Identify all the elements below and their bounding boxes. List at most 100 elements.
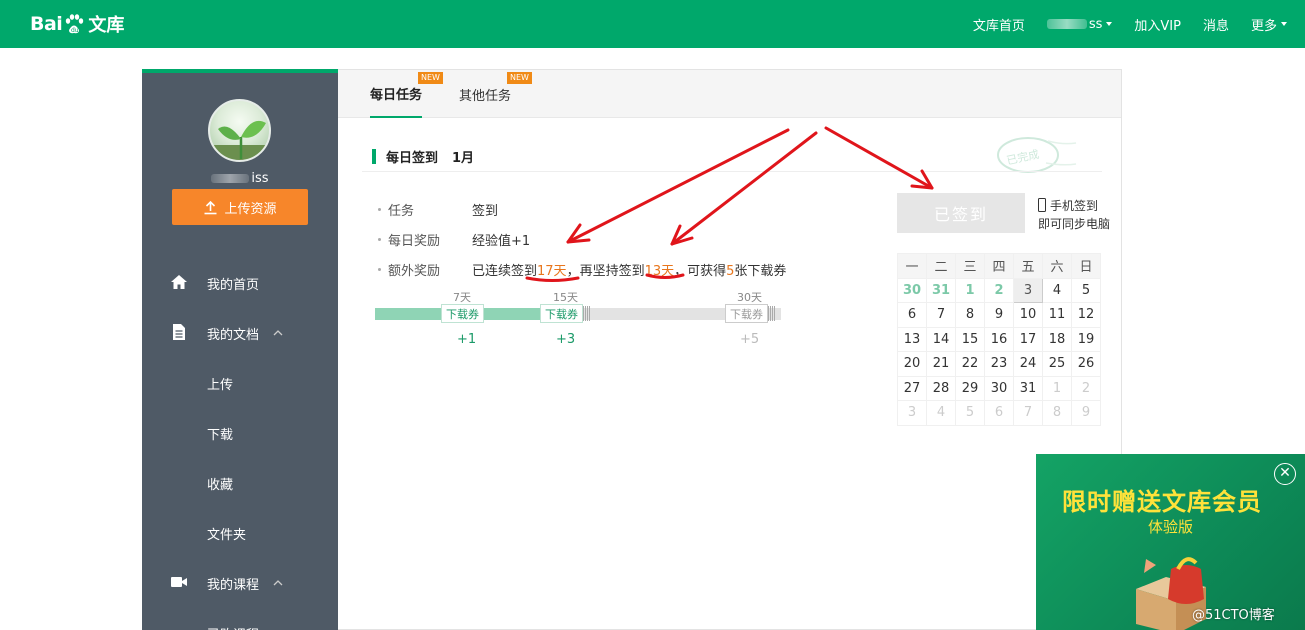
calendar-day[interactable]: 18 bbox=[1042, 326, 1072, 352]
tab-other-tasks[interactable]: 其他任务 bbox=[459, 70, 511, 118]
baidu-wenku-logo[interactable]: Bai du 文库 bbox=[30, 9, 124, 39]
calendar-day[interactable]: 13 bbox=[897, 326, 927, 352]
calendar-day[interactable]: 21 bbox=[926, 351, 956, 377]
calendar-day[interactable]: 31 bbox=[1013, 375, 1043, 401]
calendar-day[interactable]: 4 bbox=[926, 400, 956, 426]
sidebar: iss 上传资源 我的首页 我的文档 上传 下载 收藏 文件夹 我的课程 已购课… bbox=[142, 69, 338, 630]
milestone-ticket: 下载券 bbox=[441, 304, 484, 323]
close-icon[interactable]: ✕ bbox=[1274, 463, 1296, 485]
calendar-day[interactable]: 16 bbox=[984, 326, 1014, 352]
calendar-day[interactable]: 24 bbox=[1013, 351, 1043, 377]
calendar-day[interactable]: 9 bbox=[984, 302, 1014, 328]
sidebar-item-home[interactable]: 我的首页 bbox=[142, 258, 338, 308]
signin-info: 任务 签到 每日奖励 经验值+1 额外奖励 已连续签到17天，再坚持签到13天，… bbox=[378, 194, 786, 284]
text-part: ，可获得 bbox=[674, 263, 727, 279]
sidebar-item-favorites[interactable]: 收藏 bbox=[142, 458, 338, 508]
calendar-day[interactable]: 7 bbox=[926, 302, 956, 328]
calendar-day[interactable]: 6 bbox=[984, 400, 1014, 426]
calendar-day[interactable]: 23 bbox=[984, 351, 1014, 377]
consecutive-days: 17天 bbox=[537, 263, 567, 279]
calendar-day[interactable]: 1 bbox=[1042, 375, 1072, 401]
ticket-label: 下载券 bbox=[545, 307, 578, 321]
nav-user-menu[interactable]: ss bbox=[1046, 16, 1113, 32]
calendar-day[interactable]: 12 bbox=[1071, 302, 1101, 328]
calendar-day[interactable]: 4 bbox=[1042, 277, 1072, 303]
calendar-week-row: 27 28 29 30 31 1 2 bbox=[897, 375, 1101, 401]
sidebar-item-folder[interactable]: 文件夹 bbox=[142, 508, 338, 558]
nav-more[interactable]: 更多 bbox=[1251, 15, 1287, 34]
calendar-day[interactable]: 30 bbox=[984, 375, 1014, 401]
calendar-day[interactable]: 10 bbox=[1013, 302, 1043, 328]
upload-resource-button[interactable]: 上传资源 bbox=[172, 189, 308, 225]
calendar-day[interactable]: 20 bbox=[897, 351, 927, 377]
info-key: 每日奖励 bbox=[388, 233, 441, 249]
calendar-day[interactable]: 26 bbox=[1071, 351, 1101, 377]
avatar[interactable] bbox=[208, 99, 271, 162]
calendar-day[interactable]: 6 bbox=[897, 302, 927, 328]
sidebar-item-purchased-courses[interactable]: 已购课程 bbox=[142, 608, 338, 630]
sidebar-item-my-courses[interactable]: 我的课程 bbox=[142, 558, 338, 608]
calendar-day[interactable]: 30 bbox=[897, 277, 927, 303]
calendar-day[interactable]: 29 bbox=[955, 375, 985, 401]
ad-title: 限时赠送文库会员 bbox=[1062, 488, 1262, 516]
calendar-day[interactable]: 2 bbox=[1071, 375, 1101, 401]
text-part: 已连续签到 bbox=[472, 263, 538, 279]
calendar-day[interactable]: 3 bbox=[897, 400, 927, 426]
calendar-day[interactable]: 8 bbox=[1042, 400, 1072, 426]
tab-daily-tasks[interactable]: 每日任务 bbox=[370, 70, 423, 118]
weekday-header: 日 bbox=[1071, 253, 1101, 279]
signin-title: 每日签到 bbox=[386, 151, 439, 166]
weekday-header: 三 bbox=[955, 253, 985, 279]
calendar-day[interactable]: 3 bbox=[1013, 277, 1043, 303]
calendar-day[interactable]: 8 bbox=[955, 302, 985, 328]
calendar-day[interactable]: 1 bbox=[955, 277, 985, 303]
info-row-extra-reward: 额外奖励 已连续签到17天，再坚持签到13天，可获得5张下载券 bbox=[378, 254, 786, 284]
signin-section-title: 每日签到 1月 bbox=[372, 147, 474, 166]
bullet bbox=[378, 237, 381, 241]
logo-text: Bai bbox=[30, 13, 63, 35]
watermark: @51CTO博客 bbox=[1192, 608, 1275, 623]
milestone-reward: +1 bbox=[457, 332, 477, 347]
nav-username: ss bbox=[1088, 16, 1103, 32]
info-value: 签到 bbox=[472, 203, 499, 219]
calendar-day[interactable]: 27 bbox=[897, 375, 927, 401]
new-badge: NEW bbox=[507, 72, 532, 84]
calendar-week-row: 3456789 bbox=[897, 400, 1101, 426]
sidebar-item-my-docs[interactable]: 我的文档 bbox=[142, 308, 338, 358]
bullet bbox=[378, 207, 381, 211]
home-icon bbox=[171, 275, 187, 289]
sidebar-item-download[interactable]: 下载 bbox=[142, 408, 338, 458]
calendar-week-row: 20 21 22 23 24 25 26 bbox=[897, 351, 1101, 377]
calendar-day[interactable]: 22 bbox=[955, 351, 985, 377]
nav-messages[interactable]: 消息 bbox=[1203, 15, 1229, 34]
calendar-day[interactable]: 5 bbox=[1071, 277, 1101, 303]
info-value: 经验值+1 bbox=[472, 233, 531, 249]
calendar-day[interactable]: 11 bbox=[1042, 302, 1072, 328]
weekday-header: 四 bbox=[984, 253, 1014, 279]
signed-in-button[interactable]: 已签到 bbox=[897, 193, 1025, 233]
calendar-day[interactable]: 5 bbox=[955, 400, 985, 426]
calendar-day[interactable]: 31 bbox=[926, 277, 956, 303]
calendar-day[interactable]: 7 bbox=[1013, 400, 1043, 426]
video-icon bbox=[171, 577, 187, 587]
caret-down-icon bbox=[1106, 22, 1113, 26]
nav-join-vip[interactable]: 加入VIP bbox=[1134, 15, 1181, 34]
nav-more-label: 更多 bbox=[1250, 18, 1277, 34]
calendar-day[interactable]: 9 bbox=[1071, 400, 1101, 426]
task-tabs: 每日任务 NEW 其他任务 NEW bbox=[338, 70, 1121, 118]
calendar-day[interactable]: 19 bbox=[1071, 326, 1101, 352]
nav-wenku-home[interactable]: 文库首页 bbox=[973, 15, 1025, 34]
calendar-day[interactable]: 15 bbox=[955, 326, 985, 352]
sidebar-item-upload[interactable]: 上传 bbox=[142, 358, 338, 408]
calendar-day[interactable]: 28 bbox=[926, 375, 956, 401]
calendar-day[interactable]: 14 bbox=[926, 326, 956, 352]
info-row-task: 任务 签到 bbox=[378, 194, 786, 224]
signin-calendar: 一二三四五六日 30 31 1 2 3 4 5 6 7 8 9 10 11 12 13 14 15 16 17 18 19… bbox=[897, 253, 1101, 426]
calendar-day[interactable]: 2 bbox=[984, 277, 1014, 303]
info-row-daily-reward: 每日奖励 经验值+1 bbox=[378, 224, 786, 254]
blurred-username bbox=[1046, 19, 1087, 29]
calendar-day[interactable]: 25 bbox=[1042, 351, 1072, 377]
sprout-image bbox=[210, 120, 269, 160]
calendar-day[interactable]: 17 bbox=[1013, 326, 1043, 352]
mobile-signin-hint: 手机签到 即可同步电脑 bbox=[1038, 197, 1110, 233]
